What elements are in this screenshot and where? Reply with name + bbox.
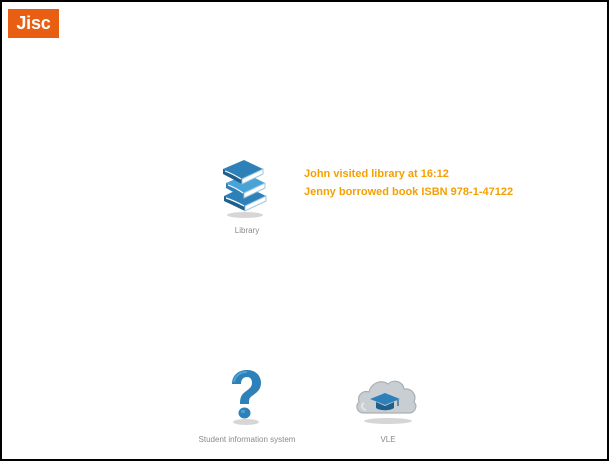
cloud-graduation-cap-icon xyxy=(354,373,420,425)
library-label: Library xyxy=(234,226,260,235)
vle-label: VLE xyxy=(380,435,396,444)
student-information-system-label: Student information system xyxy=(198,435,296,444)
jisc-logo: Jisc xyxy=(8,9,59,38)
question-mark-icon xyxy=(224,368,268,426)
books-icon xyxy=(218,154,272,220)
event-text: Jenny borrowed book ISBN 978-1-47122 xyxy=(304,186,514,198)
event-text: John visited library at 16:12 xyxy=(304,168,449,180)
slide: Jisc Library John visited library at 16:… xyxy=(0,0,609,461)
